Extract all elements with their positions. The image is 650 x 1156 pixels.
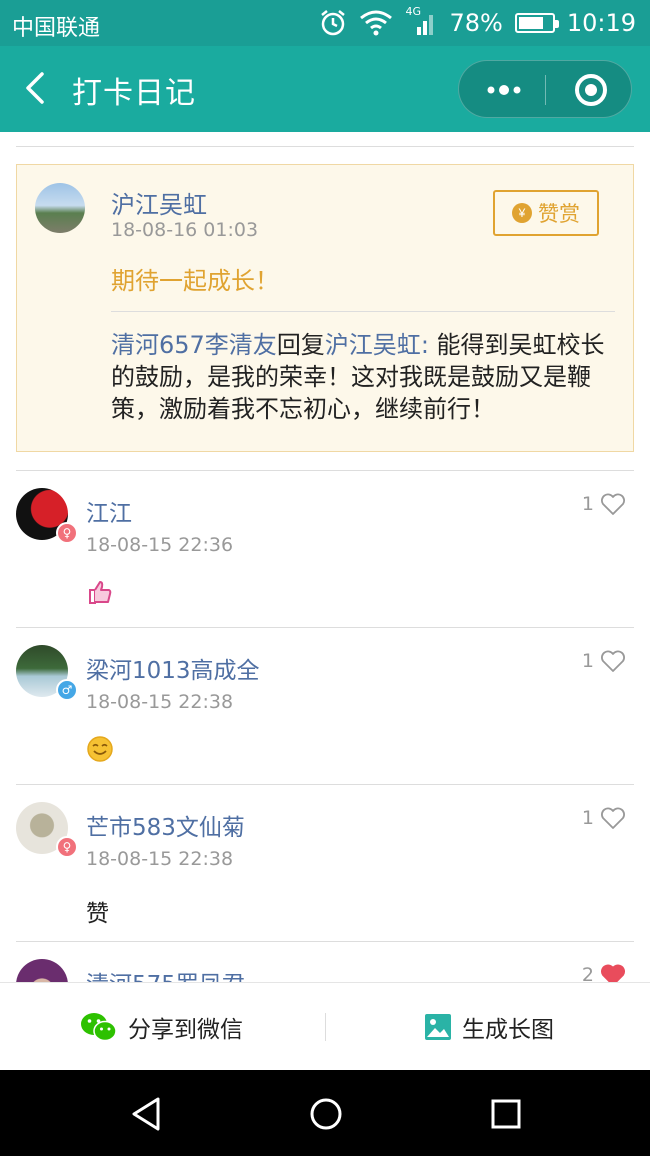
smile-emoji-icon (87, 736, 113, 762)
capsule-divider (545, 75, 546, 105)
like-count: 1 (581, 493, 594, 515)
post-author[interactable]: 沪江吴虹 (111, 185, 207, 220)
heart-outline-icon (601, 493, 625, 515)
bottom-action-bar: 分享到微信 生成长图 (0, 982, 650, 1070)
like-count: 1 (581, 650, 594, 672)
home-circle-icon[interactable] (308, 1096, 344, 1132)
battery-percent: 78% (449, 9, 503, 37)
post-date: 18-08-16 01:03 (111, 219, 259, 241)
heart-outline-icon (601, 650, 625, 672)
comment-date: 18-08-15 22:38 (86, 691, 234, 713)
like-button[interactable]: 2 (582, 963, 626, 982)
reward-label: 赞赏 (538, 203, 580, 226)
reply-to[interactable]: 沪江吴虹 (325, 331, 421, 359)
like-button[interactable]: 1 (582, 806, 626, 830)
divider (111, 311, 615, 312)
nav-bar: 打卡日记 (0, 46, 650, 132)
male-icon: ♂ (56, 679, 78, 701)
image-icon (425, 1014, 451, 1040)
like-count: 1 (581, 807, 594, 829)
like-count: 2 (581, 964, 594, 982)
wechat-icon (81, 1013, 117, 1042)
more-dots-icon[interactable] (485, 75, 523, 105)
generate-long-image-button[interactable]: 生成长图 (424, 983, 554, 1071)
like-button[interactable]: 1 (582, 649, 626, 673)
female-icon: ♀ (56, 522, 78, 544)
comment-date: 18-08-15 22:38 (86, 848, 234, 870)
comment-feed[interactable]: 沪江吴虹 18-08-16 01:03 ¥ 赞赏 期待一起成长！ 清河657李清… (0, 132, 650, 982)
alarm-icon (321, 10, 346, 36)
list-item: ♂ 梁河1013高成全 18-08-15 22:38 1 (16, 627, 634, 783)
reply-colon: : (420, 331, 429, 359)
heart-outline-icon (601, 807, 625, 829)
post-text: 期待一起成长！ (111, 267, 279, 295)
reply-text[interactable]: 清河657李清友回复沪江吴虹: 能得到吴虹校长的鼓励，是我的荣幸！这对我既是鼓励… (111, 329, 613, 425)
yen-icon: ¥ (512, 203, 532, 223)
thumbs-up-icon (89, 581, 112, 604)
comment-text: 赞 (86, 901, 109, 927)
mini-program-capsule (458, 60, 632, 118)
wifi-icon (360, 10, 393, 36)
clock: 10:19 (566, 9, 636, 37)
avatar[interactable] (35, 183, 85, 233)
heart-filled-icon (601, 964, 625, 982)
diary-post-card: 沪江吴虹 18-08-16 01:03 ¥ 赞赏 期待一起成长！ 清河657李清… (16, 164, 634, 452)
reply-verb: 回复 (276, 331, 325, 359)
back-triangle-icon[interactable] (128, 1096, 164, 1132)
list-item: 清河575罗凤君 2 (16, 941, 634, 982)
generate-label: 生成长图 (462, 1017, 554, 1043)
close-target-icon[interactable] (575, 74, 607, 106)
list-item: ♀ 芒市583文仙菊 18-08-15 22:38 1 赞 (16, 784, 634, 940)
divider (325, 1013, 326, 1041)
status-bar: 中国联通 4G 78% 10:19 (0, 0, 650, 46)
female-icon: ♀ (56, 836, 78, 858)
carrier-label: 中国联通 (12, 16, 101, 41)
share-label: 分享到微信 (128, 1017, 243, 1043)
comment-date: 18-08-15 22:36 (86, 534, 234, 556)
system-nav-bar (0, 1070, 650, 1156)
commenter-name[interactable]: 梁河1013高成全 (86, 651, 260, 685)
avatar[interactable] (16, 959, 68, 982)
list-item: ♀ 江江 18-08-15 22:36 1 (16, 470, 634, 626)
battery-icon (514, 13, 559, 33)
commenter-name[interactable]: 清河575罗凤君 (86, 965, 245, 982)
signal-icon: 4G (405, 5, 437, 37)
reward-button[interactable]: ¥ 赞赏 (493, 190, 599, 236)
share-to-wechat-button[interactable]: 分享到微信 (80, 983, 243, 1071)
commenter-name[interactable]: 芒市583文仙菊 (86, 808, 245, 842)
recents-square-icon[interactable] (488, 1096, 524, 1132)
like-button[interactable]: 1 (582, 492, 626, 516)
page-title: 打卡日记 (72, 76, 196, 111)
commenter-name[interactable]: 江江 (86, 494, 132, 528)
reply-from[interactable]: 清河657李清友 (111, 331, 277, 359)
back-arrow-icon[interactable] (22, 70, 52, 106)
divider (16, 146, 634, 147)
